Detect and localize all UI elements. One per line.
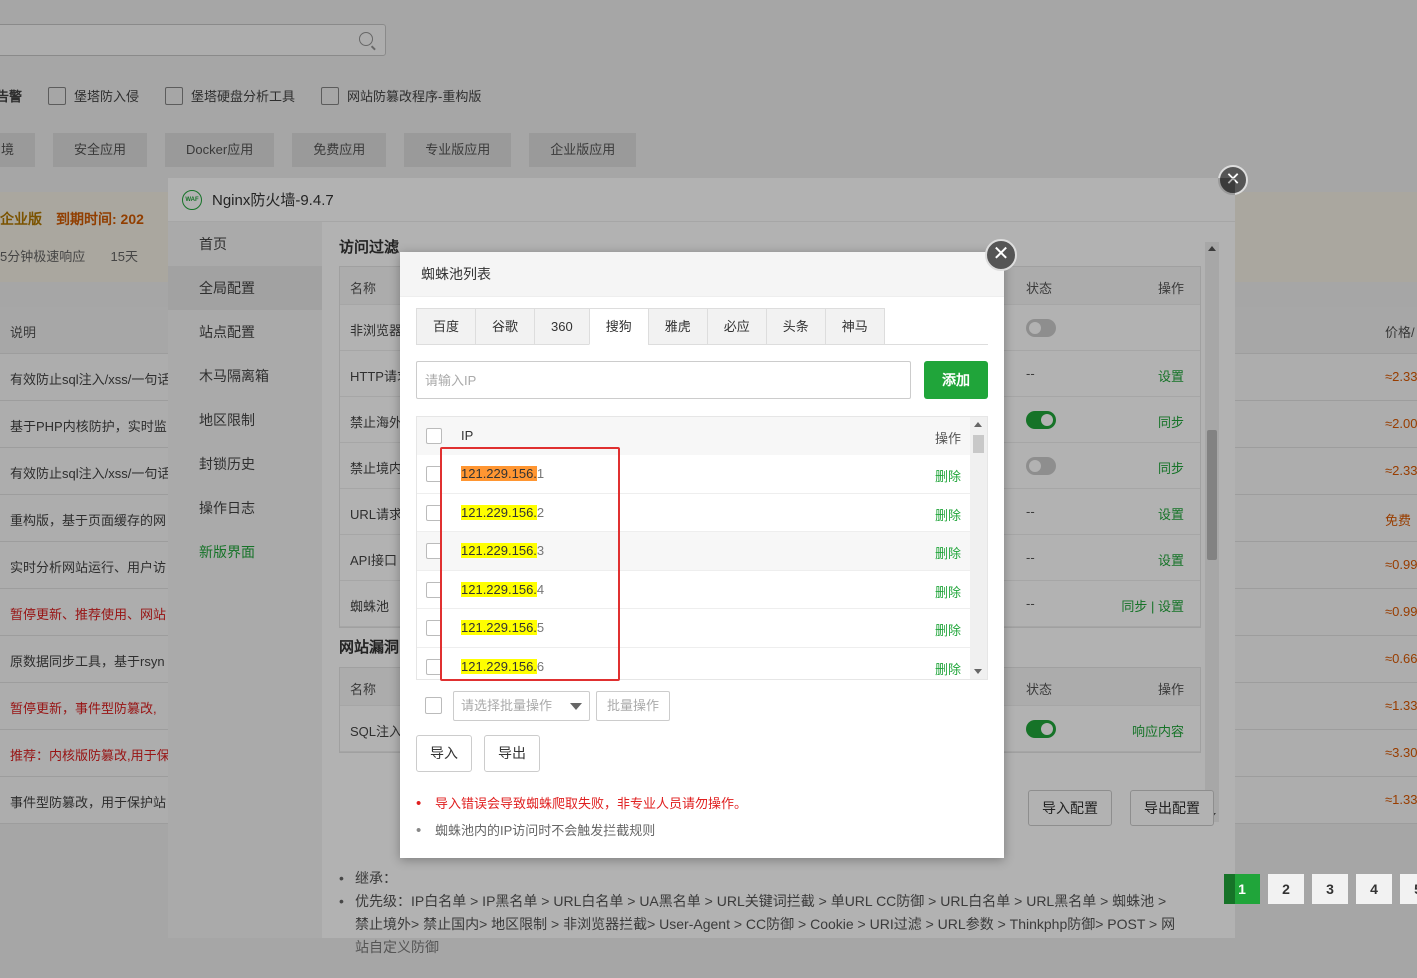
add-ip-button[interactable]: 添加 <box>924 361 988 399</box>
ip-suffix: 5 <box>536 620 545 635</box>
select-all-checkbox[interactable] <box>426 428 442 444</box>
page-button[interactable]: 5 <box>1400 874 1417 904</box>
ip-row: 121.229.156.2 删除 <box>417 493 971 532</box>
ip-address: 121.229.156.5 <box>461 620 544 635</box>
ip-suffix: 2 <box>536 504 545 520</box>
tab-shenma[interactable]: 神马 <box>824 308 885 345</box>
delete-link[interactable]: 删除 <box>935 543 961 562</box>
delete-link[interactable]: 删除 <box>935 466 961 485</box>
scroll-up-icon[interactable] <box>974 422 982 427</box>
batch-select-placeholder: 请选择批量操作 <box>461 698 553 713</box>
ip-input[interactable] <box>416 361 911 399</box>
export-button[interactable]: 导出 <box>484 735 540 772</box>
scroll-thumb[interactable] <box>973 435 984 453</box>
chevron-down-icon <box>570 703 582 710</box>
ip-suffix: 3 <box>536 543 545 558</box>
ip-row: 121.229.156.5 删除 <box>417 609 971 648</box>
ip-row: 121.229.156.4 删除 <box>417 570 971 609</box>
delete-link[interactable]: 删除 <box>935 505 961 524</box>
batch-select-checkbox[interactable] <box>425 697 442 714</box>
ip-table: IP 操作 121.229.156.1 删除 121.229.156.2 删除 121.… <box>416 416 988 680</box>
ip-address: 121.229.156.2 <box>461 504 545 520</box>
row-checkbox[interactable] <box>426 658 442 675</box>
ip-row: 121.229.156.3 删除 <box>417 532 971 571</box>
tab-360[interactable]: 360 <box>534 308 589 345</box>
warning-tip: 导入错误会导致蜘蛛爬取失败，非专业人员请勿操作。 <box>416 790 747 817</box>
page-button[interactable]: 4 <box>1356 874 1392 904</box>
row-checkbox[interactable] <box>426 504 442 521</box>
info-tip: 蜘蛛池内的IP访问时不会触发拦截规则 <box>416 817 747 844</box>
row-checkbox[interactable] <box>426 543 442 559</box>
batch-operation-button[interactable]: 批量操作 <box>596 691 671 721</box>
spider-pool-dialog: 蜘蛛池列表 百度 谷歌 360 搜狗 雅虎 必应 头条 神马 添加 IP 操作 … <box>400 252 1004 858</box>
ip-table-scrollbar[interactable] <box>970 417 987 679</box>
tab-yahoo[interactable]: 雅虎 <box>647 308 707 345</box>
ip-highlight: 121.229.156. <box>461 466 537 481</box>
ip-row: 121.229.156.1 删除 <box>417 455 971 494</box>
dialog-title: 蜘蛛池列表 <box>400 252 1004 297</box>
row-checkbox[interactable] <box>426 620 442 636</box>
ip-suffix: 6 <box>536 658 545 674</box>
tab-baidu[interactable]: 百度 <box>416 308 476 345</box>
search-engine-tabs: 百度 谷歌 360 搜狗 雅虎 必应 头条 神马 <box>416 308 988 345</box>
ip-address: 121.229.156.3 <box>461 543 544 558</box>
batch-operation-select[interactable]: 请选择批量操作 <box>453 691 590 721</box>
pagination: 1 2 3 4 5 <box>1224 874 1417 904</box>
ip-column-header: IP <box>461 428 474 443</box>
ip-suffix: 1 <box>536 466 545 481</box>
tab-google[interactable]: 谷歌 <box>475 308 535 345</box>
ip-highlight: 121.229.156. <box>461 620 537 635</box>
ip-highlight: 121.229.156. <box>461 658 537 674</box>
ip-address: 121.229.156.1 <box>461 466 544 481</box>
scroll-down-icon[interactable] <box>974 669 982 674</box>
ip-highlight: 121.229.156. <box>461 543 537 558</box>
dialog-close-icon[interactable]: ✕ <box>985 239 1017 271</box>
tab-toutiao[interactable]: 头条 <box>765 308 825 345</box>
ip-suffix: 4 <box>536 581 545 597</box>
dialog-tips: 导入错误会导致蜘蛛爬取失败，非专业人员请勿操作。 蜘蛛池内的IP访问时不会触发拦… <box>416 790 747 844</box>
page-button[interactable]: 2 <box>1268 874 1304 904</box>
ip-highlight: 121.229.156. <box>461 504 537 520</box>
tab-sogou[interactable]: 搜狗 <box>588 308 648 345</box>
ip-address: 121.229.156.6 <box>461 658 545 674</box>
delete-link[interactable]: 删除 <box>935 659 961 678</box>
import-button[interactable]: 导入 <box>416 735 472 772</box>
op-column-header: 操作 <box>934 431 961 446</box>
row-checkbox[interactable] <box>426 581 442 598</box>
ip-highlight: 121.229.156. <box>461 581 537 597</box>
tab-bing[interactable]: 必应 <box>706 308 766 345</box>
ip-row: 121.229.156.6 删除 <box>417 647 971 679</box>
delete-link[interactable]: 删除 <box>935 620 961 639</box>
page-button[interactable]: 3 <box>1312 874 1348 904</box>
table-header: IP 操作 <box>417 417 971 456</box>
delete-link[interactable]: 删除 <box>935 582 961 601</box>
row-checkbox[interactable] <box>426 466 442 482</box>
ip-address: 121.229.156.4 <box>461 581 545 597</box>
